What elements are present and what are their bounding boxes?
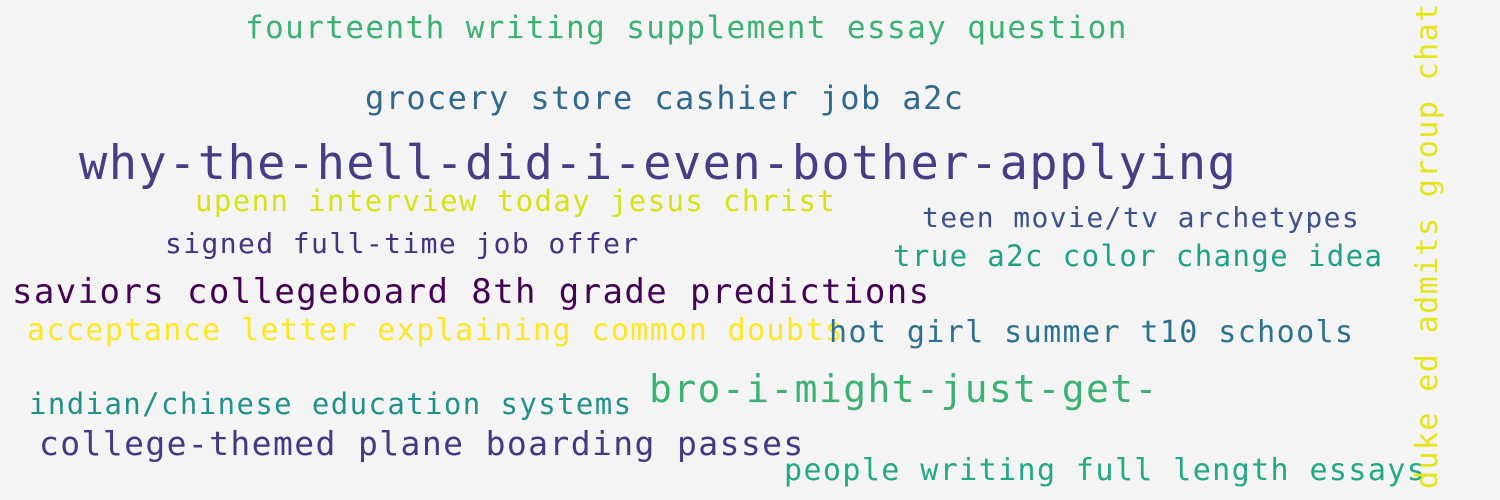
word-duke-ed-admits: duke ed admits group chat (1410, 2, 1445, 489)
word-saviors-collegeboard: saviors collegeboard 8th grade predictio… (12, 272, 931, 312)
word-teen-movie-archetypes: teen movie/tv archetypes (922, 201, 1361, 234)
word-true-a2c-color: true a2c color change idea (893, 239, 1384, 273)
word-cloud: fourteenth writing supplement essay ques… (0, 0, 1500, 500)
word-hot-girl-summer: hot girl summer t10 schools (829, 315, 1355, 350)
word-upenn-interview: upenn interview today jesus christ (195, 184, 837, 218)
word-fourteenth-writing-supplement: fourteenth writing supplement essay ques… (245, 10, 1128, 46)
word-college-themed-passes: college-themed plane boarding passes (39, 424, 805, 463)
word-people-writing-essays: people writing full length essays (784, 453, 1427, 488)
word-acceptance-letter: acceptance letter explaining common doub… (27, 313, 845, 348)
word-signed-job-offer: signed full-time job offer (165, 227, 640, 260)
word-why-the-hell: why-the-hell-did-i-even-bother-applying (79, 136, 1238, 191)
word-indian-chinese-education: indian/chinese education systems (29, 387, 633, 421)
word-bro-i-might: bro-i-might-just-get- (649, 367, 1159, 411)
word-grocery-store-cashier: grocery store cashier job a2c (365, 79, 965, 117)
